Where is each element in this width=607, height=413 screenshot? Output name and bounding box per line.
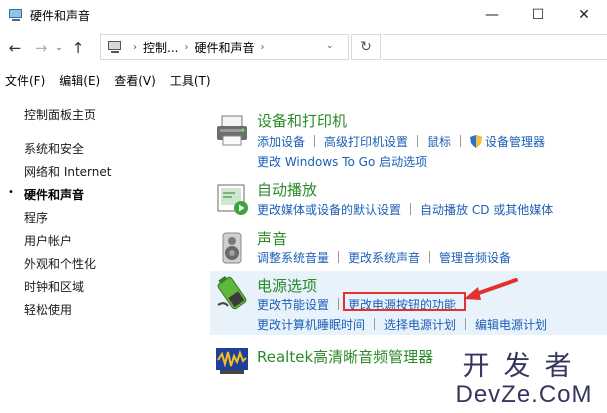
search-input[interactable] [383, 34, 607, 60]
category-title[interactable]: Realtek高清晰音频管理器 [257, 346, 433, 367]
control-panel-icon [8, 8, 24, 22]
choose-power-plan-link[interactable]: 选择电源计划 [384, 318, 456, 332]
maximize-button[interactable]: ☐ [515, 0, 561, 30]
watermark-line2: DevZe.CoM [455, 381, 593, 408]
breadcrumb-hardware-sound[interactable]: 硬件和声音 [194, 39, 254, 56]
sidebar-item-ease-of-access[interactable]: 轻松使用 [24, 301, 72, 318]
menu-view[interactable]: 查看(V) [114, 72, 156, 89]
device-manager-link[interactable]: 设备管理器 [485, 135, 545, 149]
change-sleep-time-link[interactable]: 更改计算机睡眠时间 [257, 318, 365, 332]
navigation-bar: ← → ⌄ ↑ › 控制... › 硬件和声音 › ⌄ ↻ [0, 30, 607, 66]
change-system-sounds-link[interactable]: 更改系统声音 [348, 251, 420, 265]
manage-audio-devices-link[interactable]: 管理音频设备 [439, 251, 511, 265]
windows-to-go-link[interactable]: 更改 Windows To Go 启动选项 [257, 155, 427, 169]
edit-power-plan-link[interactable]: 编辑电源计划 [475, 318, 547, 332]
sidebar-item-system-security[interactable]: 系统和安全 [24, 140, 84, 157]
annotation-highlight-box [343, 292, 466, 311]
recent-locations-icon[interactable]: ⌄ [53, 43, 65, 53]
menu-tools[interactable]: 工具(T) [170, 72, 211, 89]
back-arrow-icon[interactable]: ← [5, 39, 25, 57]
mouse-link[interactable]: 鼠标 [427, 135, 451, 149]
category-title[interactable]: 声音 [257, 228, 287, 249]
minimize-button[interactable]: — [469, 0, 515, 30]
battery-icon [217, 275, 247, 310]
menu-bar: 文件(F) 编辑(E) 查看(V) 工具(T) [0, 68, 607, 92]
uac-shield-icon [470, 135, 483, 148]
close-button[interactable]: ✕ [561, 0, 607, 30]
breadcrumb-separator: › [260, 41, 265, 53]
watermark-line1: 开发者 [462, 351, 586, 382]
advanced-printer-setup-link[interactable]: 高级打印机设置 [324, 135, 408, 149]
category-autoplay: 自动播放 更改媒体或设备的默认设置 自动播放 CD 或其他媒体 [210, 177, 607, 219]
annotation-arrow-icon [464, 278, 518, 300]
active-bullet-icon: • [8, 187, 14, 198]
printer-icon [217, 115, 247, 146]
sidebar-item-user-accounts[interactable]: 用户帐户 [24, 232, 72, 249]
forward-arrow-icon[interactable]: → [31, 39, 51, 57]
change-power-saving-link[interactable]: 更改节能设置 [257, 298, 329, 312]
add-device-link[interactable]: 添加设备 [257, 135, 305, 149]
category-title[interactable]: 电源选项 [257, 275, 317, 296]
breadcrumb-separator: › [133, 41, 137, 53]
sidebar-item-appearance[interactable]: 外观和个性化 [24, 255, 96, 272]
sidebar-control-panel-home[interactable]: 控制面板主页 [24, 106, 96, 123]
address-bar[interactable]: › 控制... › 硬件和声音 › [100, 34, 349, 60]
category-title[interactable]: 设备和打印机 [257, 110, 347, 131]
autoplay-cd-link[interactable]: 自动播放 CD 或其他媒体 [420, 203, 553, 217]
sidebar-item-programs[interactable]: 程序 [24, 209, 48, 226]
up-arrow-icon[interactable]: ↑ [68, 39, 88, 57]
watermark: 开发者 DevZe.CoM [444, 344, 604, 409]
change-media-defaults-link[interactable]: 更改媒体或设备的默认设置 [257, 203, 401, 217]
title-bar: 硬件和声音 — ☐ ✕ [0, 0, 607, 30]
sidebar-item-hardware-sound[interactable]: 硬件和声音 [24, 186, 84, 203]
breadcrumb-separator: › [184, 41, 189, 53]
refresh-button[interactable]: ↻ [351, 34, 381, 60]
category-title[interactable]: 自动播放 [257, 179, 317, 200]
sidebar-item-network-internet[interactable]: 网络和 Internet [24, 163, 111, 180]
control-panel-icon [107, 40, 123, 54]
menu-file[interactable]: 文件(F) [5, 72, 45, 89]
sidebar-item-clock-region[interactable]: 时钟和区域 [24, 278, 84, 295]
autoplay-icon [217, 184, 248, 215]
adjust-volume-link[interactable]: 调整系统音量 [257, 251, 329, 265]
breadcrumb-control-panel[interactable]: 控制... [143, 39, 178, 56]
menu-edit[interactable]: 编辑(E) [59, 72, 100, 89]
speaker-icon [222, 232, 242, 264]
category-devices-printers: 设备和打印机 添加设备 高级打印机设置 鼠标 设备管理器 更改 Windows To … [210, 108, 607, 170]
category-sound: 声音 调整系统音量 更改系统声音 管理音频设备 [210, 226, 607, 268]
realtek-audio-icon [216, 348, 248, 374]
address-dropdown-icon[interactable]: ⌄ [326, 41, 334, 51]
window-title: 硬件和声音 [30, 8, 91, 23]
